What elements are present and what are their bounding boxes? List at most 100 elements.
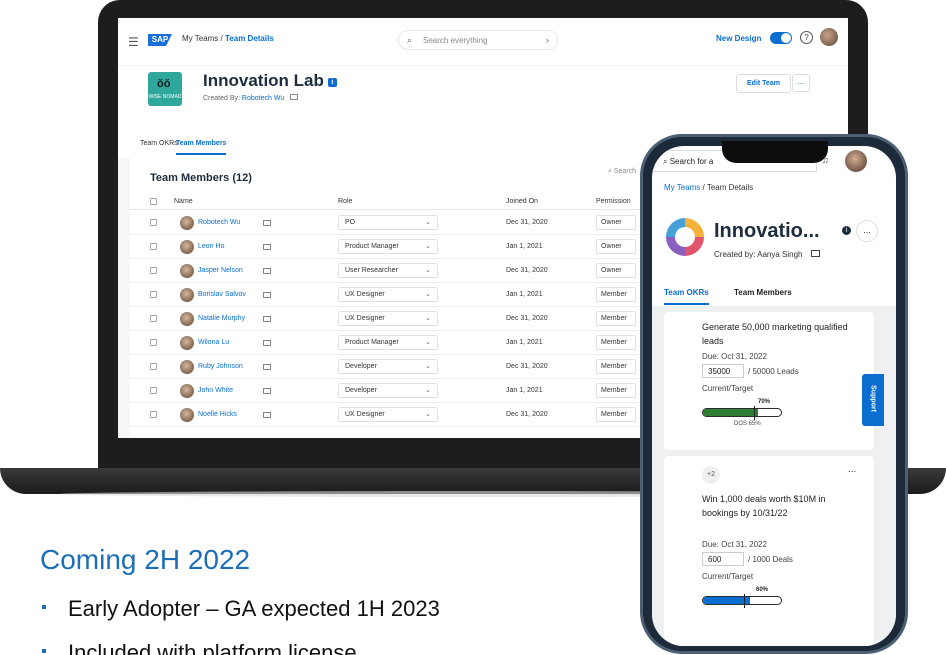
role-value: Developer: [345, 387, 377, 394]
contact-card-icon[interactable]: [263, 316, 271, 322]
breadcrumb-root[interactable]: My Teams: [182, 34, 218, 43]
okr-card[interactable]: Generate 50,000 marketing qualified lead…: [664, 312, 874, 450]
new-design-toggle[interactable]: [770, 32, 792, 44]
chevron-down-icon: ⌄: [425, 387, 431, 394]
role-select[interactable]: Product Manager ⌄: [338, 335, 438, 350]
permission-select[interactable]: Member: [596, 383, 636, 398]
tab-team-okrs[interactable]: Team OKRs: [140, 140, 178, 147]
okr-more-button[interactable]: ...: [848, 464, 856, 475]
okr-progress-fill: [703, 409, 758, 416]
member-name[interactable]: Ruby Johnson: [198, 363, 243, 370]
role-value: Product Manager: [345, 243, 399, 250]
contact-card-icon[interactable]: [263, 220, 271, 226]
member-name[interactable]: Robotech Wu: [198, 219, 240, 226]
okr-badge[interactable]: +2: [702, 466, 720, 484]
help-icon[interactable]: ?: [800, 31, 813, 44]
phone-breadcrumb-separator: /: [702, 183, 705, 192]
row-checkbox[interactable]: [150, 291, 157, 298]
row-checkbox[interactable]: [150, 339, 157, 346]
okr-due-date: Due: Oct 31, 2022: [702, 540, 767, 549]
info-icon[interactable]: i: [327, 78, 337, 87]
permission-select[interactable]: Owner: [596, 215, 636, 230]
bullet-dot: [42, 605, 46, 609]
members-search-input[interactable]: ⌕ Search: [608, 168, 636, 176]
row-checkbox[interactable]: [150, 243, 157, 250]
role-select[interactable]: PO ⌄: [338, 215, 438, 230]
contact-card-icon[interactable]: [263, 364, 271, 370]
contact-card-icon[interactable]: [810, 250, 820, 257]
role-select[interactable]: User Researcher ⌄: [338, 263, 438, 278]
permission-select[interactable]: Member: [596, 335, 636, 350]
support-tab-label: Support: [869, 385, 877, 412]
role-select[interactable]: Product Manager ⌄: [338, 239, 438, 254]
global-search-input[interactable]: ⌕ Search everything ›: [398, 30, 558, 50]
created-by-label: Created By:: [203, 95, 240, 102]
okr-progress-bar: [702, 408, 782, 417]
phone-search-placeholder: Search for a: [669, 157, 714, 166]
phone-tab-team-okrs[interactable]: Team OKRs: [664, 288, 709, 305]
phone-user-avatar[interactable]: [845, 150, 867, 172]
row-checkbox[interactable]: [150, 387, 157, 394]
permission-select[interactable]: Member: [596, 287, 636, 302]
row-checkbox[interactable]: [150, 219, 157, 226]
phone-breadcrumb: My Teams / Team Details: [664, 183, 753, 192]
column-header-name[interactable]: Name: [174, 198, 193, 205]
role-select[interactable]: UX Designer ⌄: [338, 287, 438, 302]
contact-card-icon[interactable]: [263, 340, 271, 346]
breadcrumb: My Teams / Team Details: [182, 34, 274, 43]
user-avatar[interactable]: [820, 28, 838, 46]
tab-team-members[interactable]: Team Members: [176, 140, 227, 155]
support-tab[interactable]: Support: [862, 374, 884, 426]
member-name[interactable]: Jasper Nelson: [198, 267, 243, 274]
joined-date: Jan 1, 2021: [506, 339, 543, 346]
phone-breadcrumb-root[interactable]: My Teams: [664, 183, 700, 192]
created-by-name[interactable]: Robotech Wu: [242, 95, 284, 102]
column-header-role[interactable]: Role: [338, 198, 352, 205]
role-select[interactable]: Developer ⌄: [338, 383, 438, 398]
contact-card-icon[interactable]: [263, 412, 271, 418]
contact-card-icon[interactable]: [263, 292, 271, 298]
role-select[interactable]: Developer ⌄: [338, 359, 438, 374]
row-checkbox[interactable]: [150, 267, 157, 274]
contact-card-icon[interactable]: [263, 244, 271, 250]
okr-dos-label: DOS 65%: [734, 421, 761, 427]
phone-tab-team-members[interactable]: Team Members: [734, 288, 792, 297]
select-all-checkbox[interactable]: [150, 198, 157, 205]
slide: ☰ SAP My Teams / Team Details ⌕ Search e…: [0, 0, 946, 655]
breadcrumb-current: Team Details: [225, 34, 274, 43]
phone-created-by-name[interactable]: Aanya Singh: [757, 250, 802, 259]
okr-title: Generate 50,000 marketing qualified lead…: [702, 322, 848, 346]
marketing-heading: Coming 2H 2022: [40, 544, 251, 575]
okr-card[interactable]: +2 ... Win 1,000 deals worth $10M in boo…: [664, 456, 874, 646]
edit-team-button[interactable]: Edit Team: [736, 74, 791, 93]
column-header-joined[interactable]: Joined On: [506, 198, 538, 205]
role-select[interactable]: UX Designer ⌄: [338, 407, 438, 422]
hamburger-menu-icon[interactable]: ☰: [128, 35, 139, 49]
member-name[interactable]: John White: [198, 387, 233, 394]
members-search-placeholder: Search: [613, 168, 637, 175]
contact-card-icon[interactable]: [290, 94, 299, 100]
row-checkbox[interactable]: [150, 315, 157, 322]
member-name[interactable]: Wilona Lu: [198, 339, 229, 346]
okr-current-input[interactable]: 600: [702, 552, 744, 566]
row-checkbox[interactable]: [150, 411, 157, 418]
contact-card-icon[interactable]: [263, 388, 271, 394]
member-name[interactable]: Borislav Salvov: [198, 291, 246, 298]
member-name[interactable]: Natalie Murphy: [198, 315, 245, 322]
phone-info-icon[interactable]: i: [842, 226, 851, 235]
permission-select[interactable]: Member: [596, 311, 636, 326]
permission-select[interactable]: Member: [596, 359, 636, 374]
row-checkbox[interactable]: [150, 363, 157, 370]
column-header-permission[interactable]: Permission: [596, 198, 631, 205]
member-avatar: [180, 336, 194, 350]
member-name[interactable]: Noelle Hicks: [198, 411, 237, 418]
okr-current-input[interactable]: 35000: [702, 364, 744, 378]
permission-select[interactable]: Owner: [596, 239, 636, 254]
contact-card-icon[interactable]: [263, 268, 271, 274]
member-name[interactable]: Leon Ho: [198, 243, 224, 250]
phone-more-button[interactable]: ...: [856, 220, 878, 242]
permission-select[interactable]: Owner: [596, 263, 636, 278]
role-select[interactable]: UX Designer ⌄: [338, 311, 438, 326]
permission-select[interactable]: Member: [596, 407, 636, 422]
more-button[interactable]: ...: [792, 74, 810, 92]
